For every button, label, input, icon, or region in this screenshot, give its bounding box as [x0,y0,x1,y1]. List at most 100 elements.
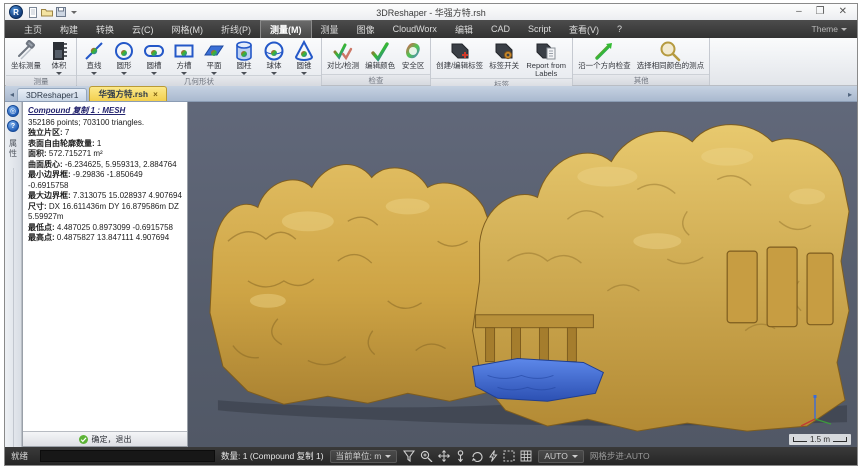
maximize-button[interactable]: ❐ [816,5,825,19]
label-report-icon [534,40,558,62]
property-row: 最高点: 0.4875827 13.847111 4.907694 [28,233,182,244]
plane-shape-button[interactable]: 平面 [199,39,229,75]
compare-inspect-button[interactable]: 对比/检测 [324,39,362,74]
properties-content: Compound 复制 1 : MESH 352186 points; 7031… [23,102,187,431]
pick-color-points-button[interactable]: 选择相同颜色的测点 [634,39,708,74]
menu-tab[interactable]: 查看(V) [560,20,608,38]
menu-tab[interactable]: CAD [482,20,519,38]
line-shape-button[interactable]: 直线 [79,39,109,75]
menu-tab[interactable]: 编辑 [446,20,482,38]
ribbon-group-other: 沿一个方向检查 选择相同颜色的测点 其他 [573,38,710,85]
doc-tab-3dreshaper1[interactable]: 3DReshaper1 [17,88,87,101]
help-icon[interactable]: ? [7,120,19,132]
compare-check-icon [332,40,354,62]
round-slot-button[interactable]: 圆槽 [139,39,169,75]
open-folder-icon[interactable] [41,7,53,17]
cone-icon [293,40,315,62]
ribbon-group-label: 其他 [573,74,709,85]
rotate-view-icon[interactable] [471,450,483,462]
menu-tab[interactable]: Script [519,20,560,38]
safety-zone-button[interactable]: 安全区 [398,39,428,74]
inspect-along-direction-button[interactable]: 沿一个方向检查 [575,39,634,74]
select-rect-icon[interactable] [503,450,515,462]
line-icon [83,40,105,62]
edit-colors-button[interactable]: 编辑颜色 [362,39,398,74]
ribbon: 坐标测量 体积 测量 直线 [5,38,857,86]
new-file-icon[interactable] [28,7,38,18]
chevron-down-icon [572,455,578,458]
tab-scroll-right-icon[interactable]: ▸ [845,90,855,101]
cone-shape-button[interactable]: 圆锥 [289,39,319,75]
coordinate-measure-button[interactable]: 坐标测量 [8,39,44,75]
filter-icon[interactable] [403,450,415,462]
property-row: 最低点: 4.487025 0.8973099 -0.6915758 [28,223,182,234]
minimize-button[interactable]: – [796,5,802,19]
label-add-icon [448,40,472,62]
scale-tick-right [833,437,847,442]
ribbon-group-label: 检查 [322,74,430,85]
menu-tab[interactable]: 测量(M) [260,20,312,38]
menu-tab[interactable]: 转换 [87,20,123,38]
label-toggle-button[interactable]: 标签开关 [486,39,522,78]
menu-tab[interactable]: ? [608,20,631,38]
doc-tab-active-document[interactable]: 华强方特.rsh × [89,86,166,101]
create-edit-label-button[interactable]: 创建/编辑标签 [433,39,486,78]
rotation-center-icon[interactable] [455,450,466,462]
circle-shape-button[interactable]: 圆形 [109,39,139,75]
sphere-shape-button[interactable]: 球体 [259,39,289,75]
edit-colors-icon [369,40,391,62]
confirm-exit-button[interactable]: 确定，退出 [23,431,187,446]
left-tool-strip: ◎ ? 属性 [5,102,22,447]
round-slot-icon [143,40,165,62]
safety-zone-icon [402,40,424,62]
properties-panel-tab[interactable]: 属性 [8,139,19,159]
tab-scroll-left-icon[interactable]: ◂ [7,90,17,101]
left-rock-mesh [210,165,494,405]
sphere-icon [263,40,285,62]
window-controls: – ❐ ✕ [796,5,853,19]
direction-inspect-icon [593,40,615,62]
property-row: 独立片区: 7 [28,128,182,139]
grid-icon[interactable] [520,450,532,462]
square-slot-button[interactable]: 方槽 [169,39,199,75]
menu-tab[interactable]: 云(C) [123,20,163,38]
magnifier-icon [658,40,682,62]
quick-access-toolbar [28,7,77,18]
3d-viewport[interactable]: 1.5 m [188,102,857,447]
app-logo-icon[interactable]: R [9,5,23,19]
hammer-icon [15,40,37,62]
grid-step-label: 网格步进:AUTO [590,450,650,462]
status-ready-text: 就绪 [11,450,28,462]
ribbon-group-label: 测量 [6,75,76,86]
auto-dropdown[interactable]: AUTO [538,450,583,463]
selected-blue-region[interactable] [473,359,604,402]
properties-panel: Compound 复制 1 : MESH 352186 points; 7031… [22,102,188,447]
tab-close-icon[interactable]: × [153,90,158,99]
title-bar: R 3DReshaper - 华强方特.rsh – ❐ ✕ [5,4,857,20]
menu-tab[interactable]: 构建 [51,20,87,38]
close-button[interactable]: ✕ [839,5,847,19]
menu-tab[interactable]: 折线(P) [212,20,260,38]
menu-tab[interactable]: 网格(M) [163,20,213,38]
menu-tab[interactable]: CloudWorx [384,20,446,38]
menu-tab[interactable]: 主页 [15,20,51,38]
status-bar: 就绪 数量: 1 (Compound 复制 1) 当前单位: m AUTO 网格… [5,447,857,465]
zoom-icon[interactable] [420,450,433,462]
volume-button[interactable]: 体积 [44,39,74,75]
document-tab-bar: ◂ 3DReshaper1 华强方特.rsh × ▸ [5,86,857,102]
pan-icon[interactable] [438,450,450,462]
menu-bar: 主页构建转换云(C)网格(M)折线(P)测量(M)测量图像CloudWorx编辑… [5,20,857,38]
report-from-labels-button[interactable]: Report from Labels [522,39,570,78]
menu-tab[interactable]: 测量 [312,20,348,38]
ribbon-group-shapes: 直线 圆形 圆槽 [77,38,322,85]
current-unit-selector[interactable]: 当前单位: m [330,450,398,463]
qat-dropdown-icon[interactable] [71,11,77,14]
axis-triad-icon [795,393,835,429]
navigation-sphere-icon[interactable]: ◎ [7,105,19,117]
strip-divider [13,168,14,447]
cylinder-shape-button[interactable]: 圆柱 [229,39,259,75]
measure-icon[interactable] [488,450,498,462]
theme-selector[interactable]: Theme [812,24,847,34]
menu-tab[interactable]: 图像 [348,20,384,38]
save-icon[interactable] [56,7,66,17]
